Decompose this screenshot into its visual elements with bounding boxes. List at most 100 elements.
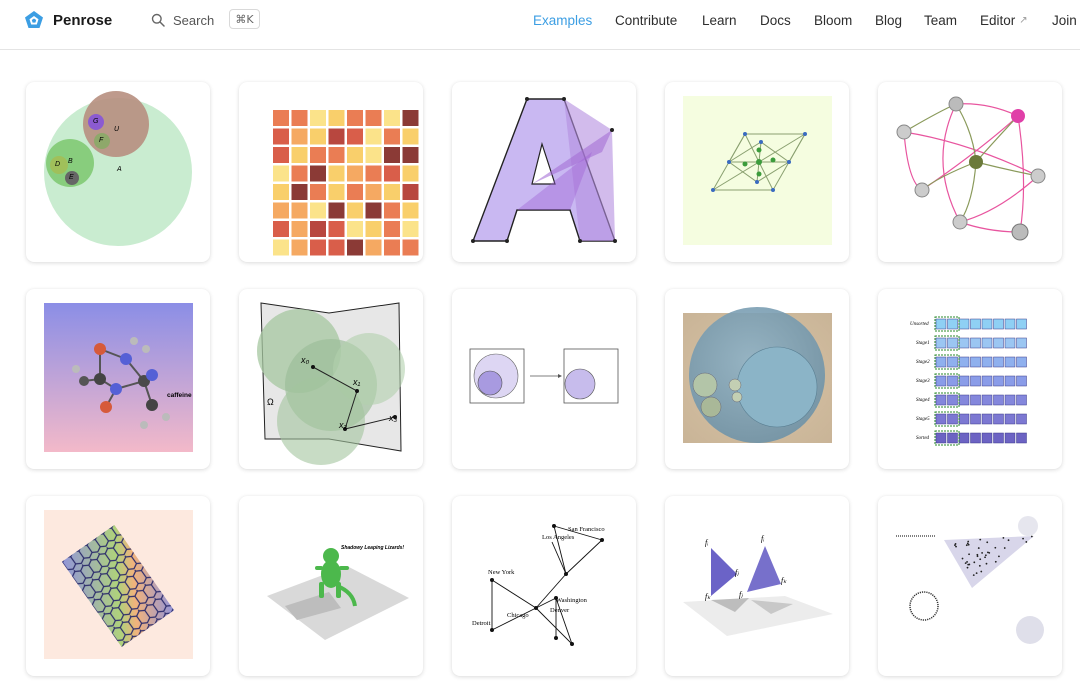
matrix-cell xyxy=(328,239,345,256)
city-label-chicago: Chicago xyxy=(507,612,529,619)
penrose-logo[interactable]: Penrose xyxy=(24,10,112,30)
vector-label-fi: fᵢ xyxy=(705,538,709,547)
example-card-venn[interactable]: G U F D B E A xyxy=(26,82,210,262)
example-card-lizard[interactable]: Shadowy Leaping Lizards! xyxy=(239,496,423,676)
nav-editor[interactable]: Editor ↗ xyxy=(980,0,1028,40)
caffeine-label: caffeine xyxy=(167,392,192,399)
matrix-cell xyxy=(328,165,345,182)
city-label-detroit: Detroit xyxy=(472,620,491,627)
sort-cell xyxy=(1004,337,1016,349)
vector-label-fj-2: fⱼ xyxy=(739,590,743,599)
matrix-cell xyxy=(328,110,345,126)
sort-cell xyxy=(970,375,981,387)
matrix-cell xyxy=(402,165,419,182)
city-label-new-york: New York xyxy=(488,569,515,576)
nav-docs-label: Docs xyxy=(760,12,791,28)
example-card-surface[interactable]: x₀ x₁ x₂ x₃ Ω xyxy=(239,289,423,469)
point-dot xyxy=(966,561,968,563)
matrix-cell xyxy=(310,239,326,256)
sort-cell xyxy=(935,356,947,368)
sort-cell xyxy=(1004,432,1016,444)
sort-cell xyxy=(1016,356,1027,368)
nav-join[interactable]: Join xyxy=(1052,0,1077,40)
matrix-cell xyxy=(310,128,326,145)
function-map-image xyxy=(469,348,619,404)
nav-learn-label: Learn xyxy=(702,12,737,28)
point-dot xyxy=(985,562,988,565)
point-dot xyxy=(984,556,986,559)
nav-docs[interactable]: Docs xyxy=(760,0,791,40)
matrix-cell xyxy=(384,184,400,200)
matrix-cell xyxy=(273,239,289,256)
search-shortcut-badge: ⌘K xyxy=(229,9,260,29)
nav-learn[interactable]: Learn xyxy=(702,0,737,40)
nav-examples[interactable]: Examples xyxy=(533,0,592,40)
example-card-nested-spheres[interactable] xyxy=(665,289,849,469)
sort-cell xyxy=(958,413,970,425)
example-card-triangles[interactable]: fᵢ fⱼ fₖ fᵢ fⱼ fₖ xyxy=(665,496,849,676)
surface-label-x0: x₀ xyxy=(301,355,310,365)
sort-cell xyxy=(1004,375,1016,387)
sort-cell xyxy=(993,337,1004,349)
point-dot xyxy=(967,543,970,546)
point-dot xyxy=(975,572,978,575)
matrix-cell xyxy=(291,239,308,256)
sort-cell xyxy=(935,375,947,387)
matrix-cell xyxy=(273,184,289,200)
sort-row-label-0: Unsorted xyxy=(910,322,929,327)
example-card-array-sort[interactable]: Unsorted Stage1 Stage2 Stage3 Stage4 Sta… xyxy=(878,289,1062,469)
caffeine-molecule-image xyxy=(44,303,193,452)
sort-cell xyxy=(947,375,958,387)
sort-cell xyxy=(993,356,1004,368)
example-card-function-map[interactable] xyxy=(452,289,636,469)
nav-team-label: Team xyxy=(924,12,958,28)
point-dot xyxy=(966,566,969,569)
matrix-cell xyxy=(291,128,308,145)
matrix-cell xyxy=(328,202,345,219)
random-points-image xyxy=(896,516,1044,644)
nav-blog[interactable]: Blog xyxy=(875,0,902,40)
matrix-cell xyxy=(291,147,308,163)
example-card-caffeine[interactable]: caffeine xyxy=(26,289,210,469)
point-dot xyxy=(998,555,1000,558)
matrix-cell xyxy=(347,110,363,126)
nav-bloom[interactable]: Bloom xyxy=(814,0,852,40)
nav-contribute[interactable]: Contribute xyxy=(615,0,677,40)
penrose-logo-icon xyxy=(25,11,43,28)
matrix-cell xyxy=(310,202,326,219)
matrix-cell xyxy=(328,128,345,145)
example-card-points[interactable] xyxy=(878,496,1062,676)
point-dot xyxy=(964,562,967,564)
surface-label-x2: x₂ xyxy=(339,420,347,430)
matrix-cell xyxy=(347,128,363,145)
sort-cell xyxy=(981,394,993,406)
nav-team[interactable]: Team xyxy=(924,0,957,40)
sort-cell xyxy=(958,318,970,330)
example-card-letter-a[interactable] xyxy=(452,82,636,262)
city-label-los-angeles: Los Angeles xyxy=(542,534,575,541)
top-nav-bar: Penrose Search ⌘K Examples Contribute Le… xyxy=(0,0,1080,50)
nested-spheres-image xyxy=(683,307,832,443)
matrix-heatmap-image xyxy=(273,110,419,256)
venn-label-u: U xyxy=(114,126,120,133)
matrix-cell xyxy=(402,147,419,163)
matrix-cell xyxy=(273,147,289,163)
example-card-matrix[interactable] xyxy=(239,82,423,262)
point-dot xyxy=(1030,535,1033,538)
matrix-cell xyxy=(365,239,382,256)
sort-cell xyxy=(981,413,993,425)
point-dot xyxy=(973,561,976,564)
sort-cell xyxy=(993,375,1004,387)
example-card-lattice[interactable] xyxy=(665,82,849,262)
example-card-graphene[interactable] xyxy=(26,496,210,676)
example-card-directed-graph[interactable] xyxy=(878,82,1062,262)
sort-cell xyxy=(958,375,970,387)
matrix-cell xyxy=(347,221,363,237)
matrix-cell xyxy=(291,202,308,219)
sort-cell xyxy=(958,432,970,444)
point-dot xyxy=(955,545,957,548)
vector-label-fk-2: fₖ xyxy=(781,576,787,585)
example-card-city-graph[interactable]: San Francisco Los Angeles New York Washi… xyxy=(452,496,636,676)
search-button[interactable]: Search xyxy=(151,10,214,30)
sort-cell xyxy=(1016,318,1027,330)
